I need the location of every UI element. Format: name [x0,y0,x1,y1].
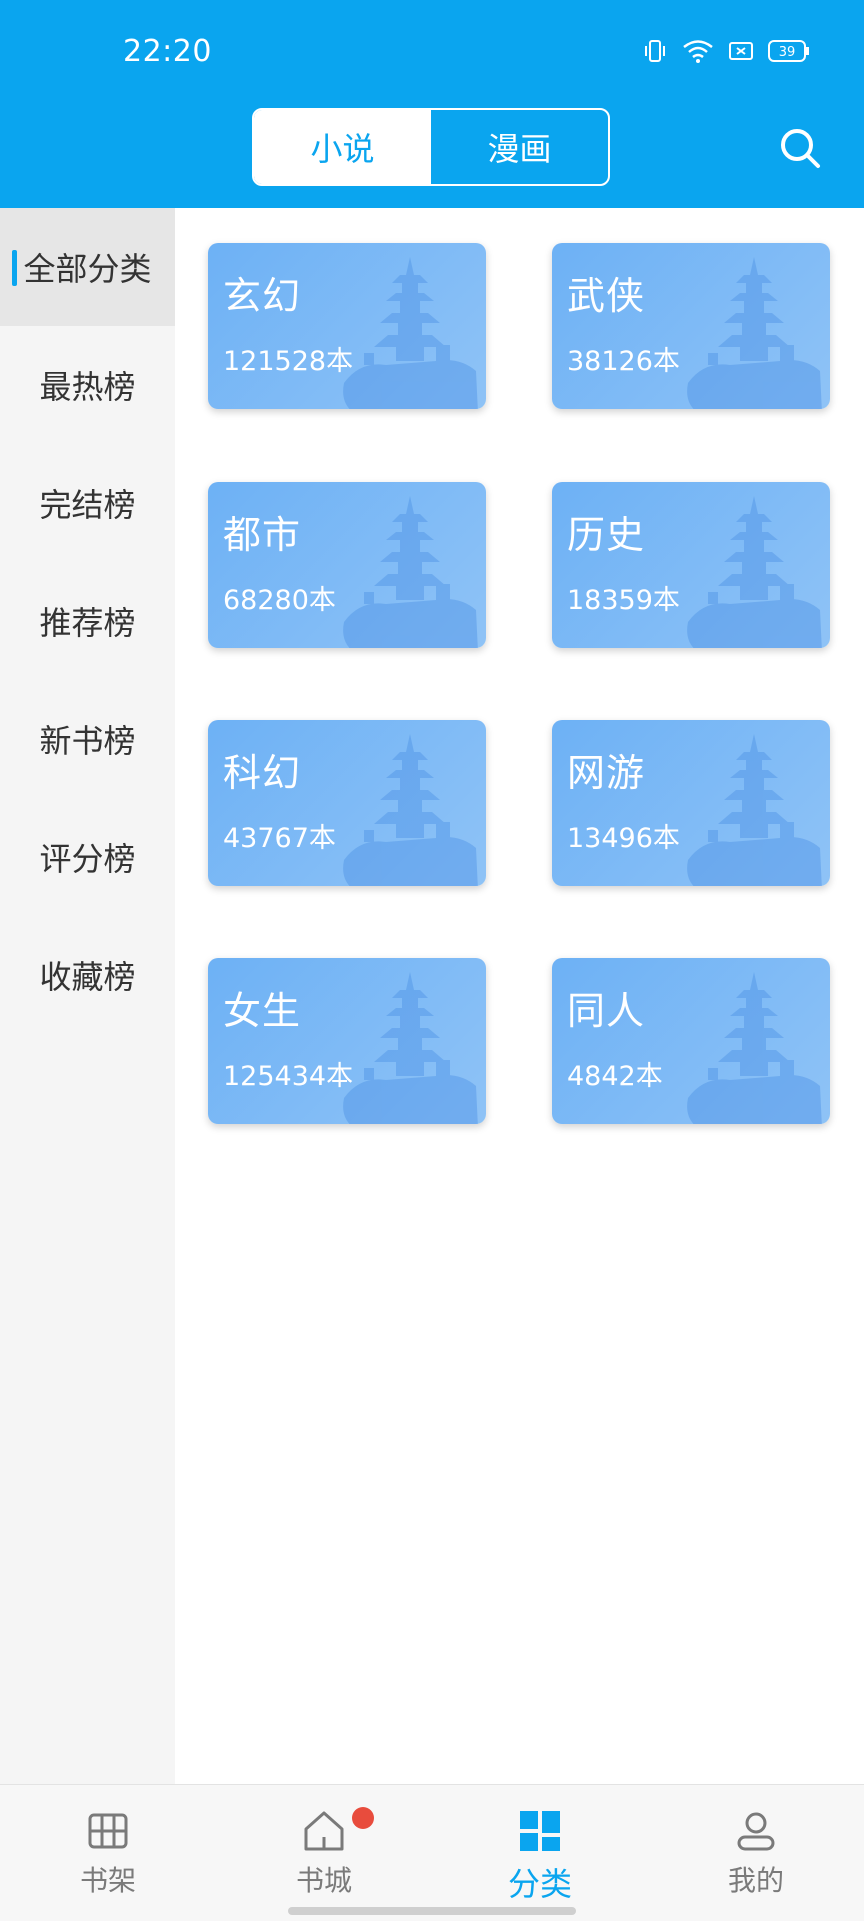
category-count: 13496本 [567,823,680,854]
category-count: 43767本 [223,823,336,854]
category-count: 38126本 [567,346,680,377]
pagoda-illustration [687,972,822,1124]
status-time: 22:20 [123,34,212,69]
category-card[interactable]: 武侠 38126本 [552,243,830,409]
category-card[interactable]: 女生 125434本 [208,958,486,1124]
category-count: 18359本 [567,585,680,616]
category-name: 武侠 [567,274,646,318]
ranking-sidebar: 全部分类 最热榜 完结榜 推荐榜 新书榜 评分榜 收藏榜 [0,208,175,1784]
tab-comic[interactable]: 漫画 [431,110,608,184]
nav-label: 书架 [79,1864,136,1897]
battery-level: 39 [779,45,796,60]
home-indicator [288,1907,576,1915]
category-name: 女生 [223,989,302,1033]
nav-label: 我的 [727,1864,784,1897]
nav-label: 书城 [295,1864,352,1897]
category-card[interactable]: 玄幻 121528本 [208,243,486,409]
pagoda-illustration [687,257,822,409]
category-grid: 玄幻 121528本 武侠 38126本 都市 68280本 历史 18359本… [175,208,864,1784]
pagoda-illustration [343,734,478,886]
pagoda-illustration [343,496,478,648]
category-name: 科幻 [223,751,302,795]
sidebar-item-rating[interactable]: 评分榜 [0,798,175,916]
search-button[interactable] [776,124,824,172]
status-icons: 39 [642,38,810,64]
sidebar-item-all-categories[interactable]: 全部分类 [0,208,175,326]
category-card[interactable]: 同人 4842本 [552,958,830,1124]
category-count: 125434本 [223,1061,354,1092]
nav-profile[interactable]: 我的 [648,1785,864,1921]
category-card[interactable]: 科幻 43767本 [208,720,486,886]
sidebar-item-completed[interactable]: 完结榜 [0,444,175,562]
sim-icon [729,42,753,60]
battery-icon: 39 [768,40,809,62]
content-type-switch: 小说 漫画 [252,108,610,186]
bookshelf-icon [88,1813,128,1849]
category-name: 同人 [567,989,646,1033]
home-icon [304,1811,344,1851]
bottom-nav: 书架 书城 分类 我的 [0,1784,864,1921]
nav-bookstore[interactable]: 书城 [216,1785,432,1921]
category-name: 玄幻 [223,274,302,318]
nav-bookshelf[interactable]: 书架 [0,1785,216,1921]
sidebar-item-recommended[interactable]: 推荐榜 [0,562,175,680]
category-count: 68280本 [223,585,336,616]
category-card[interactable]: 历史 18359本 [552,482,830,648]
pagoda-illustration [343,257,478,409]
pagoda-illustration [343,972,478,1124]
category-count: 121528本 [223,346,354,377]
category-card[interactable]: 都市 68280本 [208,482,486,648]
profile-icon [737,1812,775,1851]
category-name: 网游 [567,751,646,795]
search-icon [781,129,820,168]
tab-novel[interactable]: 小说 [254,110,431,184]
nav-label: 分类 [507,1865,572,1903]
category-icon [520,1811,560,1851]
category-name: 历史 [567,513,646,557]
category-card[interactable]: 网游 13496本 [552,720,830,886]
sidebar-item-favorites[interactable]: 收藏榜 [0,916,175,1034]
nav-category[interactable]: 分类 [432,1785,648,1921]
notification-dot [352,1807,374,1829]
pagoda-illustration [687,496,822,648]
pagoda-illustration [687,734,822,886]
sidebar-item-new-books[interactable]: 新书榜 [0,680,175,798]
sidebar-item-hottest[interactable]: 最热榜 [0,326,175,444]
category-name: 都市 [223,513,302,557]
vibrate-icon [645,40,665,62]
app-header: 22:20 39 小说 漫画 [0,0,864,208]
category-count: 4842本 [567,1061,663,1092]
wifi-icon [683,40,713,63]
